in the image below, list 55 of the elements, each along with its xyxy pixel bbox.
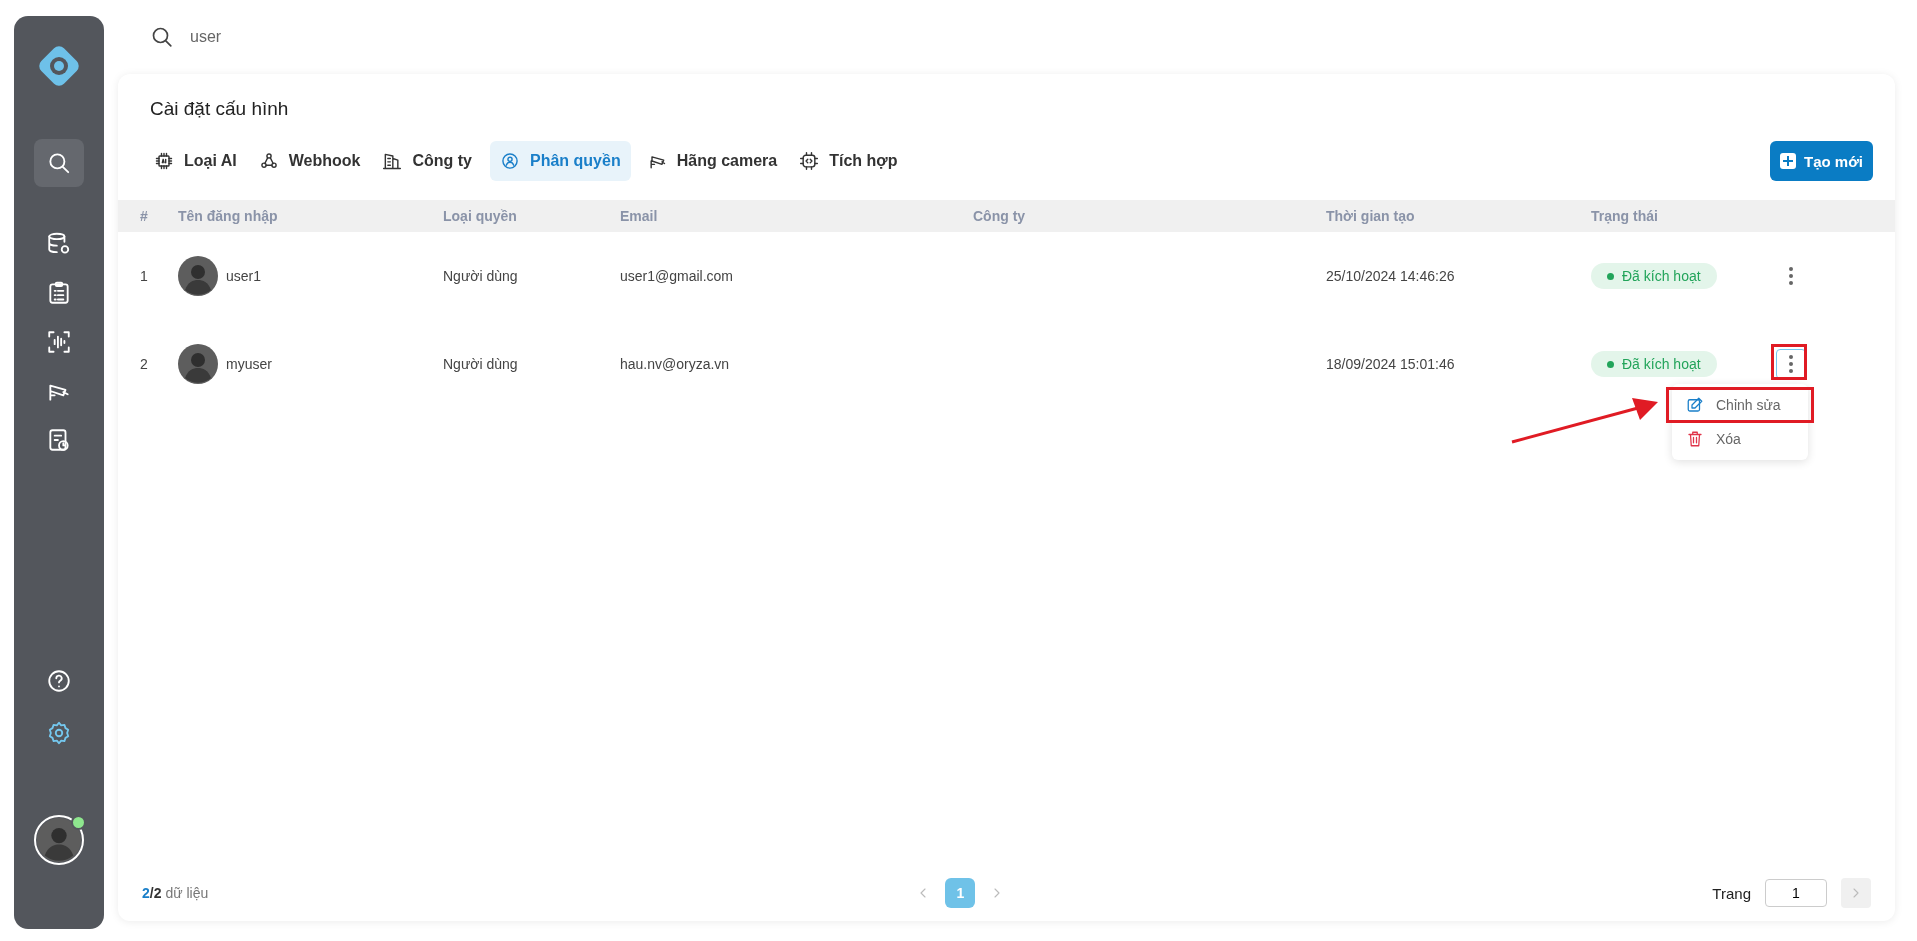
table-cell: myuser	[226, 356, 272, 372]
help-icon	[46, 668, 72, 694]
menu-item[interactable]: Chỉnh sửa	[1672, 388, 1808, 422]
edit-icon	[1686, 396, 1704, 414]
search-icon	[150, 25, 174, 49]
tab[interactable]: Webhook	[254, 141, 367, 181]
status-badge: Đã kích hoạt	[1591, 351, 1717, 377]
create-button[interactable]: Tạo mới	[1770, 141, 1873, 181]
building-icon	[382, 151, 403, 171]
table-cell-text: 2	[139, 356, 149, 372]
column-header: Tên đăng nhập	[178, 208, 279, 224]
column-header: Trạng thái	[1591, 208, 1659, 224]
table-cell-text: 18/09/2024 15:01:46	[1326, 356, 1456, 372]
avatar-icon	[37, 818, 81, 862]
settings-icon	[46, 720, 72, 746]
page-input[interactable]: 1	[1765, 879, 1827, 907]
tab[interactable]: Hãng camera	[642, 141, 784, 181]
table-cell: user1	[226, 268, 262, 284]
record-count: 2/2 dữ liệu	[142, 885, 209, 901]
clipboard-icon	[46, 280, 72, 306]
table-cell-text: 25/10/2024 14:46:26	[1326, 268, 1456, 284]
tab[interactable]: Phân quyền	[490, 141, 631, 181]
plus-icon	[1780, 153, 1796, 169]
avatar-icon	[178, 256, 218, 296]
column-header: #	[139, 208, 149, 224]
column-header: Thời gian tạo	[1326, 208, 1416, 224]
menu-item[interactable]: Xóa	[1672, 422, 1808, 456]
column-header: Loại quyền	[443, 208, 518, 224]
tab[interactable]: Loại AI	[150, 141, 243, 181]
search-field[interactable]: user	[188, 27, 492, 47]
more-icon	[1789, 267, 1793, 285]
integration-icon	[799, 151, 820, 171]
report-clock-icon	[46, 427, 72, 453]
user-avatar[interactable]	[34, 815, 84, 865]
highlight-box	[1771, 344, 1807, 380]
table-cell-text: 1	[139, 268, 149, 284]
voice-scan-icon	[46, 329, 72, 355]
table-cell-text: Người dùng	[443, 356, 519, 372]
page-title: Cài đặt cấu hình	[149, 97, 290, 121]
column-header: Công ty	[973, 208, 1027, 224]
chip-icon	[154, 151, 174, 171]
table-cell-text: user1@gmail.com	[620, 268, 735, 284]
tab[interactable]: Công ty	[378, 141, 478, 181]
webhook-icon	[258, 151, 279, 171]
page-label: Trang	[1712, 884, 1751, 902]
avatar-icon	[178, 344, 218, 384]
status-badge: Đã kích hoạt	[1591, 263, 1717, 289]
more-icon	[1789, 355, 1793, 373]
trash-icon	[1686, 430, 1704, 448]
column-header: Email	[620, 208, 659, 224]
table-cell-text: Người dùng	[443, 268, 519, 284]
tab[interactable]: Tích hợp	[795, 141, 904, 181]
table-cell-text: hau.nv@oryza.vn	[620, 356, 731, 372]
search-icon	[46, 150, 72, 176]
sidebar-nav-button[interactable]	[34, 139, 84, 187]
